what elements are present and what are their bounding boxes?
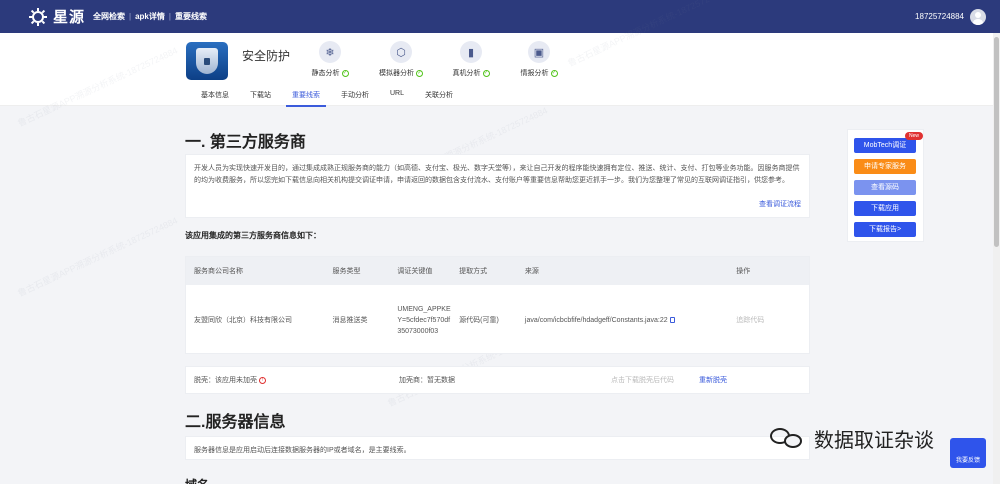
download-report-button[interactable]: 下载报告>	[854, 222, 916, 237]
cube-icon: ⬡	[390, 41, 412, 63]
integrated-providers-heading: 该应用集成的第三方服务商信息如下：	[185, 231, 321, 240]
table-header: 服务商公司名称 服务类型 调证关键值 提取方式 来源 操作	[186, 257, 809, 285]
tab-manual-analysis[interactable]: 手动分析	[335, 90, 375, 107]
database-icon: ▣	[528, 41, 550, 63]
domain-heading: 域名	[185, 476, 209, 484]
view-source-button[interactable]: 查看源码	[854, 180, 916, 195]
reshell-button[interactable]: 重新脱壳	[699, 375, 727, 385]
shell-info-bar: 脱壳：该应用未加壳! 加壳商：暂无数据 点击下载脱壳后代码 重新脱壳	[185, 366, 810, 394]
guide-link[interactable]: 查看调证流程	[759, 199, 801, 211]
app-name: 安全防护	[242, 49, 291, 63]
app-shield-icon	[186, 42, 228, 80]
side-action-panel: New MobTech调证 申请专家服务 查看源码 下载应用 下载报告>	[847, 129, 924, 242]
extract-method: 源代码(可靠)	[459, 317, 499, 324]
feedback-button[interactable]: 我要反馈	[950, 438, 986, 468]
gear-logo-icon	[29, 7, 47, 26]
warning-icon: !	[259, 376, 266, 384]
snowflake-icon: ❄	[319, 41, 341, 63]
shell-status: 脱壳：该应用未加壳	[194, 377, 257, 384]
service-type: 消息推送类	[332, 317, 368, 324]
download-app-button[interactable]: 下载应用	[854, 201, 916, 216]
providers-table: 服务商公司名称 服务类型 调证关键值 提取方式 来源 操作 友盟同欣（北京）科技…	[185, 256, 810, 354]
tab-url[interactable]: URL	[384, 90, 410, 107]
shell-vendor: 加壳商：暂无数据	[399, 377, 455, 384]
description-text: 开发人员为实现快速开发目的，通过集成成熟正规服务商的能力（如高德、支付宝、极光、…	[194, 165, 800, 184]
top-navbar: 星源 全网检索 | apk详情 | 重要线索 18725724884	[0, 0, 1000, 33]
avatar[interactable]	[970, 8, 986, 25]
tab-important-clues[interactable]: 重要线索	[286, 90, 326, 107]
wechat-icon	[770, 426, 808, 452]
server-description: 服务器信息是应用启动后连接数据服务器的IP或者域名，是主要线索。	[185, 436, 810, 460]
mobtech-button[interactable]: MobTech调证	[854, 138, 916, 153]
section-title-server: 二.服务器信息	[185, 414, 286, 431]
expert-service-button[interactable]: 申请专家服务	[854, 159, 916, 174]
source-path: java/com/icbcbfife/hdadgeff/Constants.ja…	[524, 316, 668, 324]
intel-analysis[interactable]: ▣ 情报分析 ✓	[509, 41, 569, 78]
nav-link-search[interactable]: 全网检索	[93, 11, 125, 22]
company-name: 友盟同欣（北京）科技有限公司	[194, 317, 292, 324]
nav-link-apk-detail[interactable]: apk详情	[135, 11, 165, 22]
wechat-account-name: 数据取证杂谈	[814, 430, 934, 452]
phone-icon: ▮	[460, 41, 482, 63]
static-analysis[interactable]: ❄ 静态分析 ✓	[300, 41, 360, 78]
tab-related-analysis[interactable]: 关联分析	[419, 90, 459, 107]
scrollbar[interactable]	[993, 33, 1000, 484]
detail-tabs: 基本信息 下载站 重要线索 手动分析 URL 关联分析	[195, 90, 468, 107]
device-analysis[interactable]: ▮ 真机分析 ✓	[441, 41, 501, 78]
emulator-analysis[interactable]: ⬡ 模拟器分析 ✓	[371, 41, 431, 78]
check-icon: ✓	[341, 69, 349, 77]
evidence-key: UMENG_APPKEY=5cfdec7f570df35073000f03	[397, 305, 451, 335]
tab-download-site[interactable]: 下载站	[244, 90, 277, 107]
watermark: 鲁古石星源APP溯源分析系统-18725724884	[16, 215, 180, 299]
app-header: 安全防护 ❄ 静态分析 ✓ ⬡ 模拟器分析 ✓ ▮ 真机分析 ✓ ▣ 情报分析 ✓ 基本…	[0, 33, 993, 107]
check-icon: ✓	[416, 69, 423, 77]
brand-name: 星源	[53, 9, 86, 26]
tab-basic-info[interactable]: 基本信息	[195, 90, 235, 107]
trace-code-button[interactable]: 追踪代码	[736, 315, 809, 325]
check-icon: ✓	[550, 69, 558, 77]
user-phone[interactable]: 18725724884	[915, 12, 964, 21]
nav-separator: |	[168, 12, 171, 21]
copy-icon[interactable]	[669, 316, 675, 323]
scrollbar-thumb[interactable]	[994, 37, 999, 247]
new-badge: New	[905, 132, 924, 140]
brand-logo[interactable]: 星源	[28, 6, 93, 27]
table-row: 友盟同欣（北京）科技有限公司 消息推送类 UMENG_APPKEY=5cfdec…	[186, 285, 809, 355]
check-icon: ✓	[482, 69, 490, 77]
nav-separator: |	[129, 12, 132, 21]
wechat-watermark: 数据取证杂谈	[770, 424, 934, 453]
nav-link-clues[interactable]: 重要线索	[175, 11, 207, 22]
download-unpacked-link[interactable]: 点击下载脱壳后代码	[611, 375, 699, 385]
description-card: 开发人员为实现快速开发目的，通过集成成熟正规服务商的能力（如高德、支付宝、极光、…	[185, 154, 810, 218]
section-title-third-party: 一. 第三方服务商	[185, 134, 306, 151]
